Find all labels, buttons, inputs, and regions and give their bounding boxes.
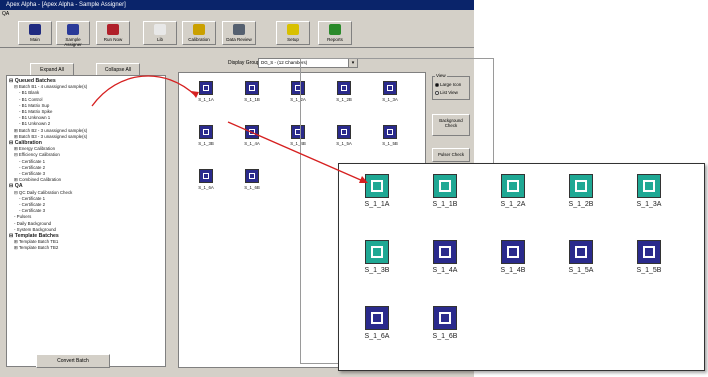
reports-icon [329,24,341,35]
run-icon [107,24,119,35]
toolbar-button-label: Lib [156,37,163,42]
toolbar-button-1[interactable]: Sample Assigner [56,21,90,47]
chamber-item[interactable]: S_1_3B [189,125,223,146]
batch-tree[interactable]: ⊟ Queued Batches ⊟ Batch B1 - 4 unassigne… [6,75,166,367]
chamber-item[interactable]: S_1_4B [489,240,537,274]
chamber-item[interactable]: S_1_4A [421,240,469,274]
menu-qa[interactable]: QA [2,11,9,17]
toolbar-button-6[interactable]: Setup [276,21,310,45]
toolbar-button-2[interactable]: Run Now [96,21,130,45]
chamber-label: S_1_1A [198,97,214,102]
display-group-label: Display Group: [228,60,262,66]
chamber-item[interactable]: S_1_2B [557,174,605,208]
chamber-label: S_1_1B [432,201,458,208]
tree-item[interactable]: ⊞ Template Batch TB2 [9,245,163,251]
toolbar-button-label: Setup [287,37,299,42]
toolbar-button-label: Run Now [103,37,123,42]
toolbar-button-label: Reports [327,37,343,42]
chamber-label: S_1_2A [500,201,526,208]
chamber-icon [569,174,593,198]
calibration-icon [193,24,205,35]
chamber-icon [199,81,213,95]
chamber-label: S_1_3B [198,141,214,146]
chamber-item[interactable]: S_1_1B [421,174,469,208]
toolbar: Main Sample Assigner Run Now Lib Calibration… [0,18,474,48]
binoculars-icon [233,24,245,35]
chamber-item[interactable]: S_1_5A [557,240,605,274]
chamber-item[interactable]: S_1_3A [625,174,673,208]
chamber-item[interactable]: S_1_6A [353,306,401,340]
library-icon [154,24,166,35]
toolbar-button-0[interactable]: Main [18,21,52,45]
chamber-label: S_1_4A [432,267,458,274]
chamber-icon [433,306,457,330]
chamber-item[interactable]: S_1_1A [189,81,223,102]
chamber-label: S_1_1B [244,97,260,102]
chamber-icon [245,81,259,95]
chamber-icon [501,240,525,264]
chamber-icon [637,174,661,198]
chamber-label: S_1_6B [244,185,260,190]
window-title: Apex Alpha - [Apex Alpha - Sample Assign… [6,2,126,8]
chamber-item[interactable]: S_1_6B [235,169,269,190]
setup-icon [287,24,299,35]
chamber-item[interactable]: S_1_6A [189,169,223,190]
chamber-label: S_1_4B [500,267,526,274]
chamber-icon [433,240,457,264]
chamber-icon [245,169,259,183]
chamber-icon [569,240,593,264]
toolbar-button-label: Data Review [226,37,252,42]
chamber-label: S_1_3B [364,267,390,274]
assigner-icon [67,24,79,35]
chamber-item[interactable]: S_1_2A [489,174,537,208]
chamber-label: S_1_3A [636,201,662,208]
chamber-item[interactable]: S_1_4A [235,125,269,146]
chamber-label: S_1_6A [198,185,214,190]
convert-batch-button[interactable]: Convert Batch [36,354,110,368]
toolbar-button-7[interactable]: Reports [318,21,352,45]
chamber-label: S_1_1A [364,201,390,208]
grid-icon [29,24,41,35]
chamber-item[interactable]: S_1_5B [625,240,673,274]
chamber-item[interactable]: S_1_3B [353,240,401,274]
chamber-icon [199,125,213,139]
menu-bar: QA [0,10,474,18]
toolbar-button-label: Calibration [188,37,210,42]
chamber-icon [365,240,389,264]
toolbar-button-4[interactable]: Calibration [182,21,216,45]
chamber-label: S_1_6B [432,333,458,340]
chamber-label: S_1_4A [244,141,260,146]
chamber-icon [637,240,661,264]
toolbar-button-5[interactable]: Data Review [222,21,256,45]
app-root: Apex Alpha - [Apex Alpha - Sample Assign… [0,0,708,377]
chamber-icon [245,125,259,139]
toolbar-button-label: Sample Assigner [64,37,82,47]
chamber-icon [501,174,525,198]
chamber-label: S_1_5A [568,267,594,274]
chamber-icon [365,306,389,330]
window-title-bar: Apex Alpha - [Apex Alpha - Sample Assign… [0,0,474,10]
chamber-item[interactable]: S_1_6B [421,306,469,340]
chamber-icon [433,174,457,198]
chamber-label: S_1_2B [568,201,594,208]
chamber-label: S_1_6A [364,333,390,340]
toolbar-button-label: Main [30,37,40,42]
chamber-item[interactable]: S_1_1A [353,174,401,208]
zoomed-chamber-view: S_1_1A S_1_1B S_1_2A S_1_2B S_1_3A S_1_3B S_1_… [338,163,705,371]
chamber-icon [365,174,389,198]
chamber-icon [199,169,213,183]
chamber-item[interactable]: S_1_1B [235,81,269,102]
left-pane: Expand All Collapse All ⊟ Queued Batches… [0,48,172,377]
toolbar-button-3[interactable]: Lib [143,21,177,45]
chamber-label: S_1_5B [636,267,662,274]
